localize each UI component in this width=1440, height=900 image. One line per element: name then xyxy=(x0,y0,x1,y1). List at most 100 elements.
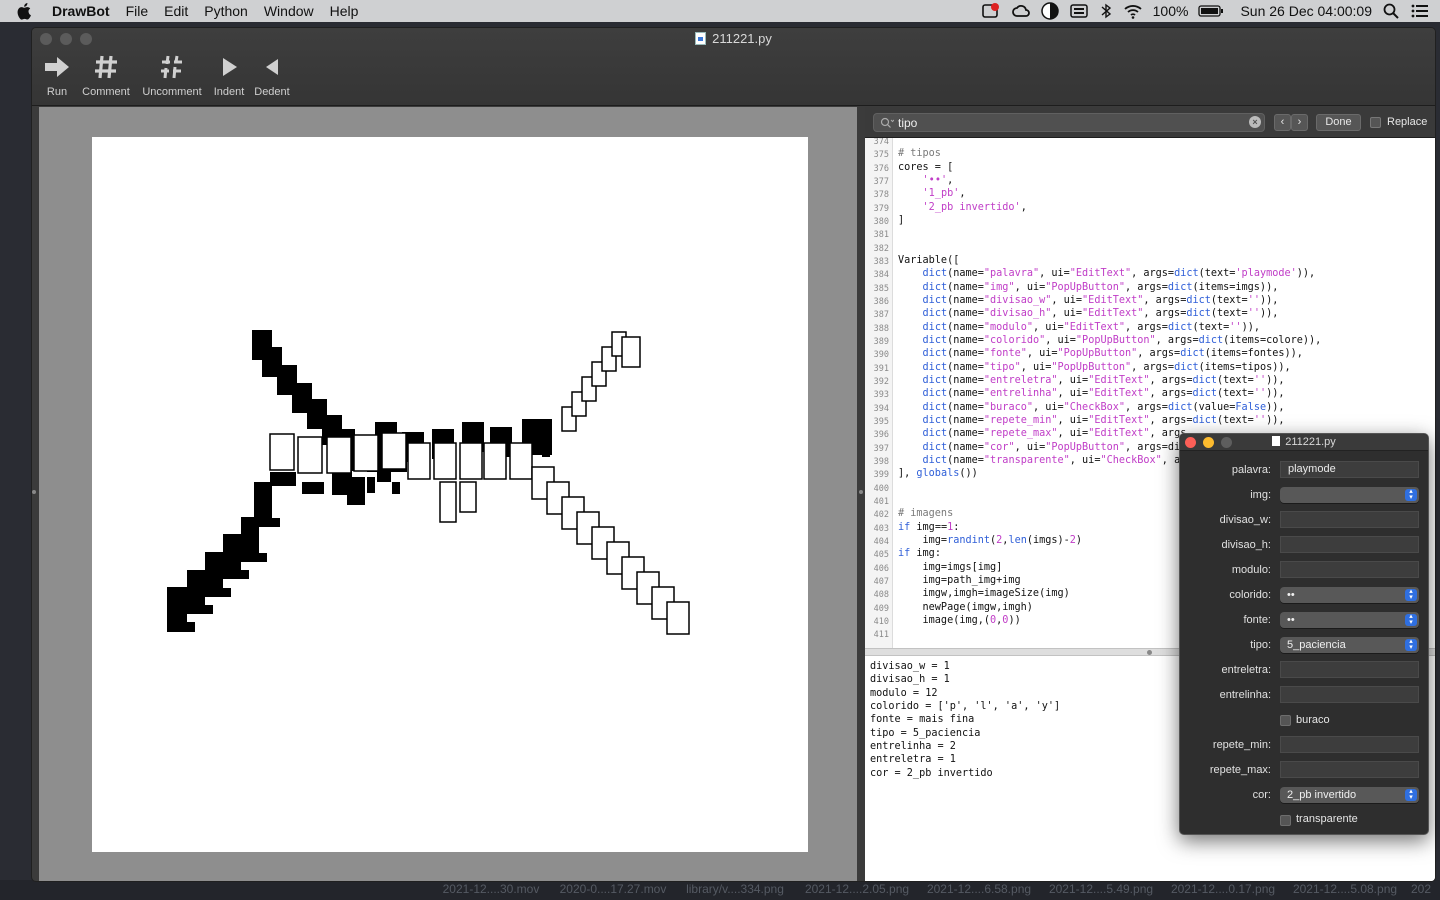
colorido-label: colorido: xyxy=(1229,589,1271,601)
menu-window[interactable]: Window xyxy=(264,0,314,22)
code-line: image(img,(0,0)) xyxy=(898,614,1021,626)
menu-python[interactable]: Python xyxy=(204,0,248,22)
palavra-field[interactable]: playmode xyxy=(1280,461,1419,478)
desktop-file[interactable]: 2021-12....5.08.png xyxy=(1284,882,1406,896)
desktop-file[interactable]: 2021-12....2.05.png xyxy=(796,882,918,896)
dark-mode-icon[interactable] xyxy=(1040,2,1059,20)
splitter-grip[interactable] xyxy=(1147,650,1152,655)
transparente-checkbox[interactable] xyxy=(1280,815,1291,826)
code-line: dict(name="palavra", ui="EditText", args… xyxy=(922,268,1316,280)
code-line: '2_pb invertido', xyxy=(922,201,1027,213)
desktop-file[interactable]: 2021-12....5.49.png xyxy=(1040,882,1162,896)
line-number: 393 xyxy=(873,390,889,401)
wifi-icon[interactable] xyxy=(1123,2,1143,20)
code-line: dict(name="fonte", ui="PopUpButton", arg… xyxy=(922,348,1303,360)
splitter-grip[interactable] xyxy=(859,490,863,494)
line-number: 402 xyxy=(873,510,889,521)
line-number: 379 xyxy=(873,203,889,214)
buraco-checkbox[interactable] xyxy=(1280,715,1291,726)
battery-icon[interactable] xyxy=(1198,2,1224,20)
code-line: dict(name="transparente", ui="CheckBox",… xyxy=(922,454,1181,466)
drawing-canvas-area[interactable] xyxy=(39,107,857,881)
cor-popup[interactable]: 2_pb invertido ▴ ▾ xyxy=(1280,787,1419,803)
indent-icon xyxy=(223,58,237,76)
comment-button[interactable]: Comment xyxy=(78,54,134,98)
tipo-popup[interactable]: 5_paciencia ▴ ▾ xyxy=(1280,637,1419,653)
menu-app-name[interactable]: DrawBot xyxy=(52,0,110,22)
code-line: dict(name="colorido", ui="PopUpButton", … xyxy=(922,334,1322,346)
repete-max-field[interactable] xyxy=(1280,761,1419,778)
dedent-button[interactable]: Dedent xyxy=(250,54,294,98)
indent-button[interactable]: Indent xyxy=(209,54,249,98)
uncomment-button[interactable]: Uncomment xyxy=(136,54,208,98)
vertical-splitter[interactable] xyxy=(857,107,865,881)
menu-help[interactable]: Help xyxy=(330,0,359,22)
code-line: '••', xyxy=(922,174,954,186)
left-edge-grip[interactable] xyxy=(32,490,36,494)
desktop-file[interactable]: 2021-12....30.mov xyxy=(430,882,552,896)
repete-max-label: repete_max: xyxy=(1209,764,1271,776)
bluetooth-icon[interactable] xyxy=(1099,2,1113,20)
colorido-popup[interactable]: •• ▴ ▾ xyxy=(1280,587,1419,603)
status-app-icon[interactable] xyxy=(981,2,1001,20)
clock[interactable]: Sun 26 Dec 04:00:09 xyxy=(1240,3,1372,19)
fonte-popup[interactable]: •• ▴ ▾ xyxy=(1280,612,1419,628)
spotlight-search-icon[interactable] xyxy=(1382,2,1400,20)
code-line: '1_pb', xyxy=(922,188,966,200)
notification-center-icon[interactable] xyxy=(1410,2,1430,20)
modulo-label: modulo: xyxy=(1231,564,1271,576)
code-line: dict(name="entreletra", ui="EditText", a… xyxy=(922,374,1285,386)
window-titlebar: 211221.py Run Comment Uncomment Indent D… xyxy=(32,28,1435,106)
desktop-file[interactable]: 202 xyxy=(1406,882,1436,896)
code-line: imgw,imgh=imageSize(img) xyxy=(898,588,1070,600)
line-number: 388 xyxy=(873,323,889,334)
find-next-button[interactable]: › xyxy=(1291,114,1308,131)
find-field[interactable]: × xyxy=(873,113,1265,132)
code-line: Variable([ xyxy=(898,254,960,266)
entreletra-field[interactable] xyxy=(1280,661,1419,678)
line-number: 398 xyxy=(873,456,889,467)
replace-label: Replace xyxy=(1387,116,1428,128)
find-done-button[interactable]: Done xyxy=(1316,114,1361,131)
run-button[interactable]: Run xyxy=(41,54,73,98)
run-label: Run xyxy=(46,86,68,98)
panel-minimize-button[interactable] xyxy=(1203,437,1214,448)
divisao-h-field[interactable] xyxy=(1280,536,1419,553)
desktop-file[interactable]: library/v....334.png xyxy=(674,882,796,896)
search-icon xyxy=(880,117,894,128)
divisao-w-field[interactable] xyxy=(1280,511,1419,528)
desktop-file[interactable]: 2020-0....17.27.mov xyxy=(552,882,674,896)
dedent-icon xyxy=(266,59,278,75)
variables-panel: 211221.py palavra: playmode img: ▴ ▾ divi… xyxy=(1179,433,1429,835)
menu-edit[interactable]: Edit xyxy=(164,0,188,22)
code-line: dict(name="tipo", ui="PopUpButton", args… xyxy=(922,361,1291,373)
output-line: divisao_h = 1 xyxy=(870,674,950,686)
desktop-file[interactable]: 2021-12....6.58.png xyxy=(918,882,1040,896)
modulo-field[interactable] xyxy=(1280,561,1419,578)
creative-cloud-icon[interactable] xyxy=(1011,2,1031,20)
playmode-artwork xyxy=(167,330,690,635)
replace-checkbox[interactable] xyxy=(1370,117,1381,128)
keyboard-icon[interactable] xyxy=(1069,2,1089,20)
line-number: 384 xyxy=(873,270,889,281)
line-number: 396 xyxy=(873,430,889,441)
clear-search-icon[interactable]: × xyxy=(1249,116,1261,128)
line-number: 381 xyxy=(873,230,889,241)
find-input[interactable] xyxy=(898,114,1238,131)
panel-close-button[interactable] xyxy=(1185,437,1196,448)
menu-file[interactable]: File xyxy=(126,0,149,22)
find-previous-button[interactable]: ‹ xyxy=(1274,114,1291,131)
desktop-file[interactable]: 2021-12....0.17.png xyxy=(1162,882,1284,896)
status-area: 100% Sun 26 Dec 04:00:09 xyxy=(981,0,1430,22)
output-line: entrelinha = 2 xyxy=(870,740,956,752)
line-number: 382 xyxy=(873,243,889,254)
code-line: dict(name="cor", ui="PopUpButton", args=… xyxy=(922,441,1181,453)
code-line: ], globals()) xyxy=(898,468,978,480)
apple-icon[interactable] xyxy=(16,2,34,20)
panel-zoom-button[interactable] xyxy=(1221,437,1232,448)
repete-min-field[interactable] xyxy=(1280,736,1419,753)
divisao-h-label: divisao_h: xyxy=(1221,539,1271,551)
img-popup[interactable]: ▴ ▾ xyxy=(1280,487,1419,503)
entrelinha-field[interactable] xyxy=(1280,686,1419,703)
panel-title: 211221.py xyxy=(1285,436,1336,448)
